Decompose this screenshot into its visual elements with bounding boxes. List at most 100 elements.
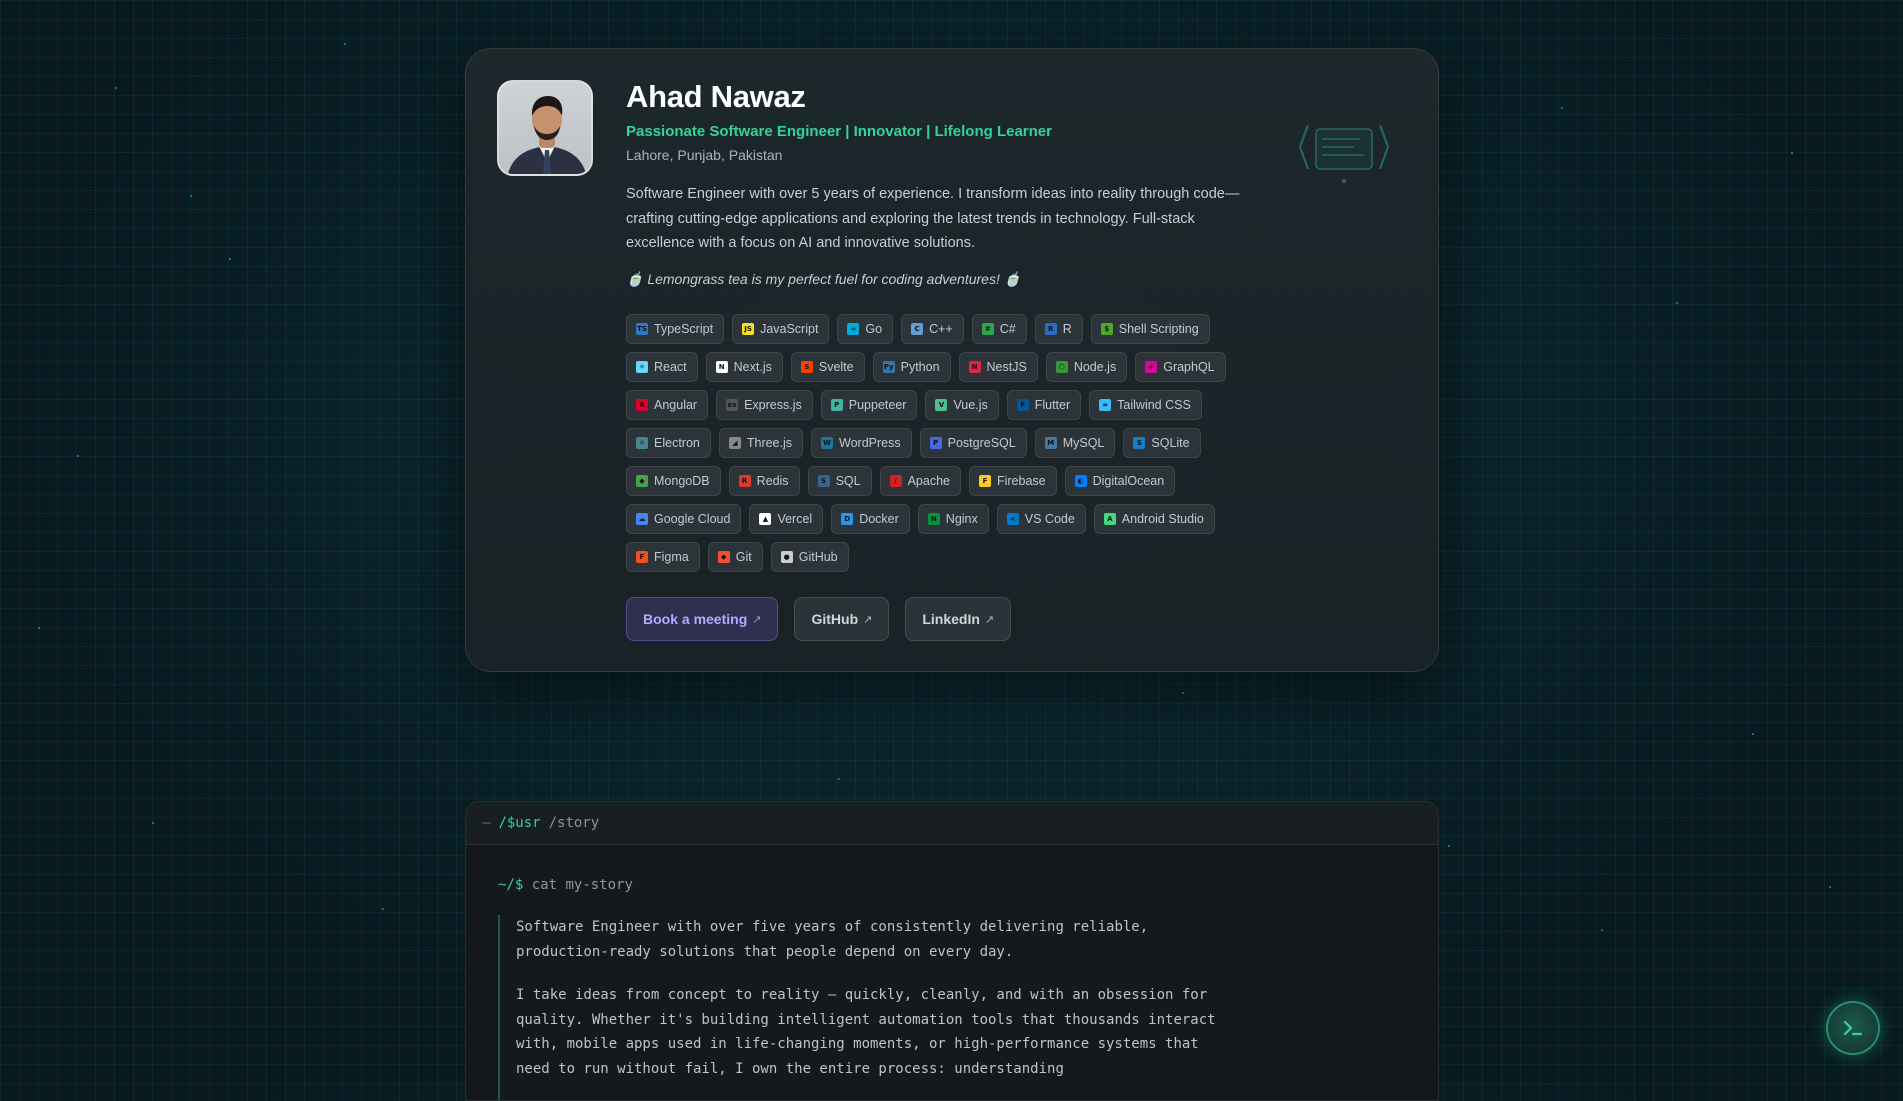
angular-icon: A xyxy=(636,399,648,411)
skill-chip[interactable]: ⬡ Node.js xyxy=(1045,352,1128,382)
skill-chip[interactable]: < VS Code xyxy=(996,504,1086,534)
skill-chip[interactable]: P PostgreSQL xyxy=(919,428,1027,458)
threejs-icon: ◢ xyxy=(728,437,741,449)
skill-chip-label: Git xyxy=(735,550,752,564)
skill-chip[interactable]: C C++ xyxy=(901,314,964,344)
terminal-dash: — xyxy=(482,815,491,831)
skill-chip[interactable]: M MySQL xyxy=(1034,428,1116,458)
skill-chip[interactable]: N Nginx xyxy=(917,504,989,534)
skill-chip[interactable]: RR xyxy=(1034,314,1083,344)
skill-chip-label: MongoDB xyxy=(654,474,710,488)
skill-chip[interactable]: / Apache xyxy=(879,466,961,496)
skill-chip[interactable]: ◆ MongoDB xyxy=(626,466,721,496)
background-star xyxy=(229,258,231,260)
skill-chip-label: Angular xyxy=(654,398,698,412)
terminal-command: cat my-story xyxy=(531,877,633,893)
code-window-decoration-icon xyxy=(1298,124,1390,183)
skill-chip-label: C++ xyxy=(929,322,953,336)
background-star xyxy=(1829,886,1831,888)
androidstudio-icon: A xyxy=(1103,513,1116,525)
git-icon: ◆ xyxy=(717,551,730,563)
redis-icon: R xyxy=(738,475,751,487)
puppeteer-icon: P xyxy=(830,399,843,411)
skill-chip-label: Node.js xyxy=(1073,360,1117,374)
skill-chip-label: React xyxy=(654,360,687,374)
skill-chip-label: Android Studio xyxy=(1121,512,1204,526)
external-link-icon: ↗ xyxy=(752,613,762,626)
skill-chip-label: Express.js xyxy=(744,398,802,412)
skill-chip[interactable]: # C# xyxy=(971,314,1027,344)
skills-row: F Figma ◆ Git ● GitHub xyxy=(626,542,1266,572)
skill-chip-label: R xyxy=(1062,322,1072,336)
skill-chip[interactable]: S SQL xyxy=(807,466,872,496)
expressjs-icon: ex xyxy=(726,399,739,411)
skill-chip-label: TypeScript xyxy=(654,322,714,336)
skill-chip-label: Shell Scripting xyxy=(1118,322,1199,336)
skill-chip-label: Vercel xyxy=(777,512,813,526)
skill-chip[interactable]: ● GitHub xyxy=(770,542,849,572)
github-button[interactable]: GitHub ↗ xyxy=(794,597,890,641)
skill-chip[interactable]: ▲ Vercel xyxy=(749,504,824,534)
skill-chip[interactable]: TS TypeScript xyxy=(626,314,725,344)
skill-chip-label: Electron xyxy=(654,436,700,450)
firebase-icon: F xyxy=(978,475,991,487)
skill-chip-label: Figma xyxy=(654,550,689,564)
wordpress-icon: W xyxy=(821,437,834,449)
tailwind-icon: ≈ xyxy=(1099,399,1112,411)
background-star xyxy=(1601,929,1603,931)
react-icon: ⚛ xyxy=(636,361,648,373)
nextjs-icon: N xyxy=(715,361,728,373)
skill-chip[interactable]: ⚛ React xyxy=(626,352,698,382)
skill-chip-label: Vue.js xyxy=(953,398,988,412)
digitalocean-icon: ◐ xyxy=(1074,475,1087,487)
skill-chip[interactable]: S SQLite xyxy=(1123,428,1201,458)
background-star xyxy=(1182,692,1184,694)
javascript-icon: JS xyxy=(742,323,755,335)
action-buttons: Book a meeting ↗ GitHub ↗ LinkedIn ↗ xyxy=(626,597,1012,641)
skill-chip[interactable]: ⚛ Electron xyxy=(626,428,711,458)
skill-chip[interactable]: ≈ Tailwind CSS xyxy=(1089,390,1202,420)
skill-chip[interactable]: P Puppeteer xyxy=(820,390,918,420)
book-meeting-button[interactable]: Book a meeting ↗ xyxy=(626,597,779,641)
skills-row: ◆ MongoDB R Redis S SQL / Apache F Firebase ◐ Digit… xyxy=(626,466,1266,496)
googlecloud-icon: ☁ xyxy=(636,513,648,525)
skill-chip[interactable]: JS JavaScript xyxy=(732,314,830,344)
skill-chip-label: GitHub xyxy=(798,550,838,564)
skill-chip[interactable]: N Next.js xyxy=(705,352,783,382)
skill-chip[interactable]: R Redis xyxy=(728,466,800,496)
skill-chip[interactable]: W WordPress xyxy=(811,428,912,458)
skill-chip[interactable]: ∞ Go xyxy=(837,314,894,344)
vercel-icon: ▲ xyxy=(759,513,772,525)
linkedin-button[interactable]: LinkedIn ↗ xyxy=(905,597,1012,641)
skill-chip[interactable]: ◐ DigitalOcean xyxy=(1064,466,1176,496)
skill-chip[interactable]: F Flutter xyxy=(1006,390,1082,420)
skill-chip[interactable]: D Docker xyxy=(831,504,910,534)
skill-chip-label: MySQL xyxy=(1062,436,1105,450)
skill-chip[interactable]: ☁ Google Cloud xyxy=(626,504,742,534)
skill-chip[interactable]: A Angular xyxy=(626,390,709,420)
background-star xyxy=(1448,845,1450,847)
nestjs-icon: N xyxy=(968,361,981,373)
skill-chip[interactable]: Py Python xyxy=(872,352,951,382)
skill-chip[interactable]: F Figma xyxy=(626,542,700,572)
skill-chip[interactable]: ◆ Git xyxy=(707,542,763,572)
skill-chip[interactable]: ◢ Three.js xyxy=(718,428,804,458)
skill-chip[interactable]: ex Express.js xyxy=(716,390,813,420)
open-terminal-button[interactable] xyxy=(1826,1001,1880,1055)
skill-chip[interactable]: $ Shell Scripting xyxy=(1090,314,1210,344)
skill-chip[interactable]: N NestJS xyxy=(958,352,1038,382)
skill-chip[interactable]: ◈ GraphQL xyxy=(1135,352,1226,382)
skill-chip[interactable]: F Firebase xyxy=(968,466,1057,496)
profile-card: Ahad Nawaz Passionate Software Engineer … xyxy=(465,48,1439,672)
skills-row: ⚛ Electron ◢ Three.js W WordPress P PostgreSQL M… xyxy=(626,428,1266,458)
external-link-icon: ↗ xyxy=(863,613,873,626)
skill-chip[interactable]: S Svelte xyxy=(790,352,865,382)
skill-chip-label: GraphQL xyxy=(1163,360,1215,374)
skill-chip[interactable]: A Android Studio xyxy=(1093,504,1215,534)
background-star xyxy=(344,43,346,45)
graphql-icon: ◈ xyxy=(1145,361,1158,373)
avatar-portrait xyxy=(508,96,586,174)
skill-chip[interactable]: V Vue.js xyxy=(925,390,999,420)
skill-chip-label: Tailwind CSS xyxy=(1117,398,1191,412)
skill-chip-label: Svelte xyxy=(818,360,854,374)
